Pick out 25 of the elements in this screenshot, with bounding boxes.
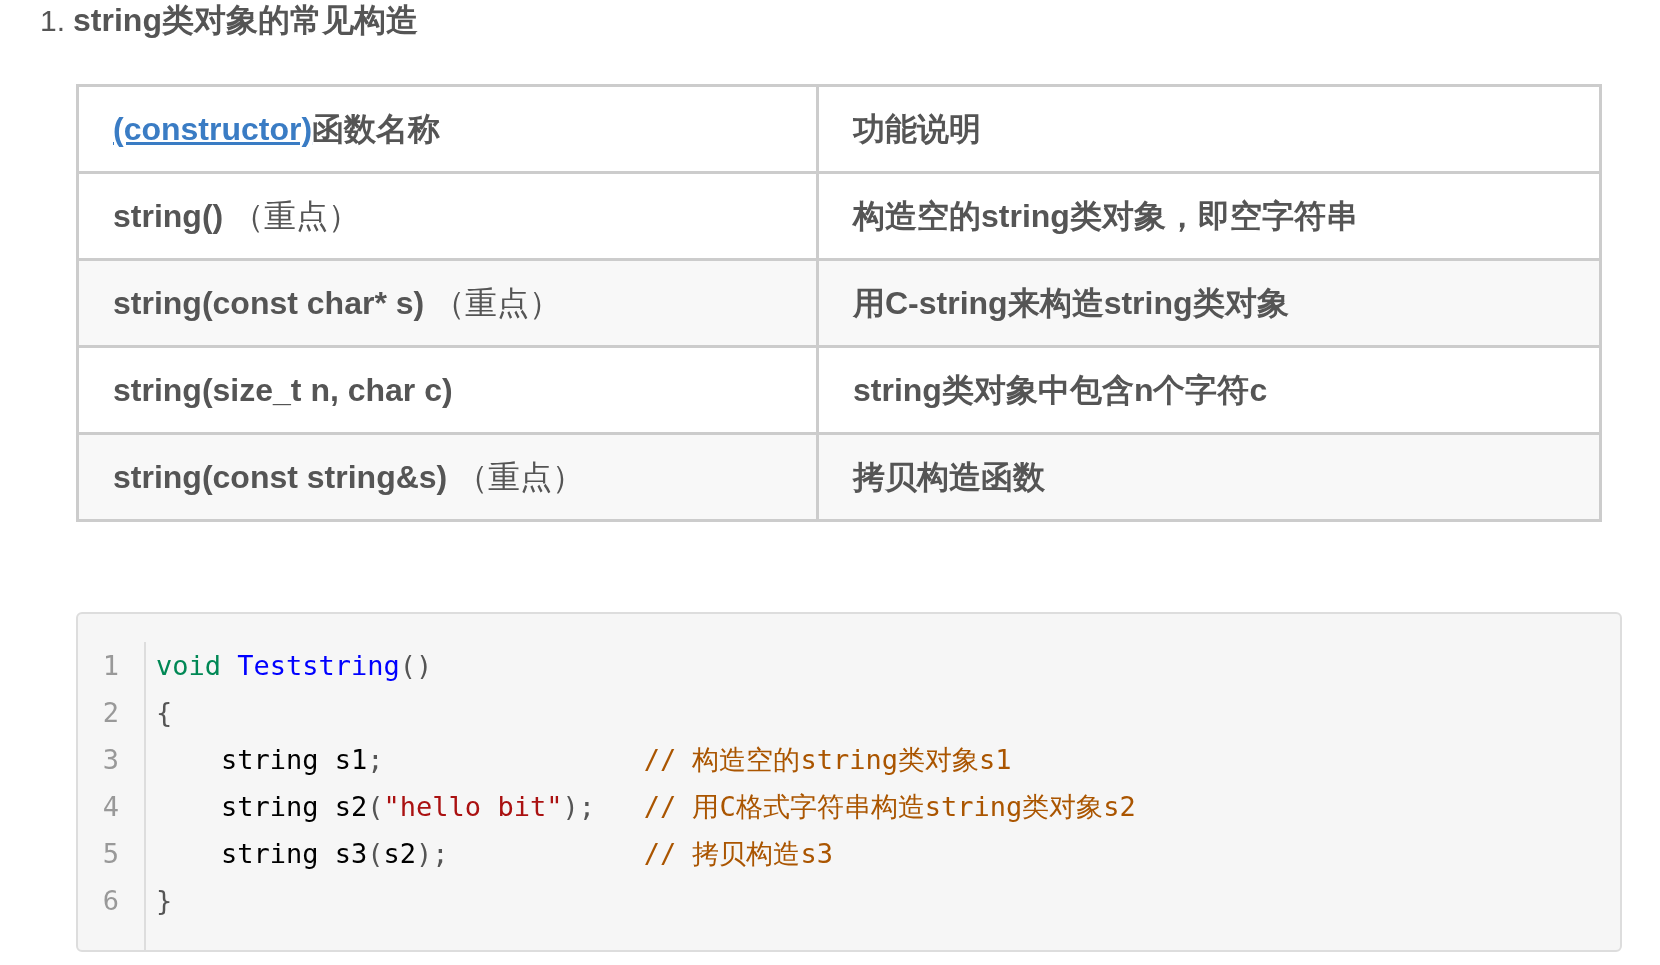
code-comment: // 用C格式字符串构造string类对象s2: [643, 790, 1136, 824]
table-cell-text: 用C-string来构造string类对象: [852, 284, 1290, 323]
line-number: 3: [102, 743, 120, 777]
table-cell-text: string类对象中包含n个字符c: [852, 371, 1269, 410]
line-number: 6: [102, 884, 120, 918]
section-heading: string类对象的常见构造: [73, 1, 418, 40]
table-cell-text: 拷贝构造函数: [851, 458, 1046, 497]
list-number: 1.: [40, 3, 66, 39]
constructor-link[interactable]: (constructor): [113, 105, 313, 153]
table-cell-text: 构造空的string类对象，即空字符串: [851, 197, 1359, 236]
code-line: string s2("hello bit");: [220, 790, 596, 824]
line-number: 1: [102, 649, 120, 683]
table-cell: string(const string&s) （重点）: [79, 435, 819, 519]
code-line: {: [156, 696, 174, 730]
line-number: 4: [102, 790, 120, 824]
code-line: string s1;: [220, 743, 385, 777]
code-line: }: [156, 884, 174, 918]
line-number: 2: [102, 696, 120, 730]
header-text: 函数名称: [312, 110, 441, 149]
code-line: string s3(s2);: [220, 837, 450, 871]
table-header-cell-text: 功能说明: [852, 110, 982, 149]
code-comment: // 构造空的string类对象s1: [643, 743, 1012, 777]
line-number: 5: [102, 837, 120, 871]
code-line: void Teststring(): [156, 649, 434, 683]
code-comment: // 拷贝构造s3: [643, 837, 833, 871]
